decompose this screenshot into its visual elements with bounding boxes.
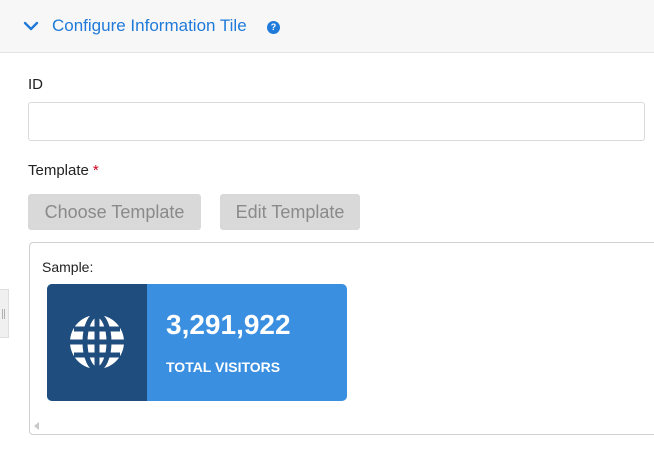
sample-panel: Sample: 3,291,922 TOTAL VISITORS xyxy=(29,242,654,435)
tile-value: 3,291,922 xyxy=(166,309,291,340)
scroll-left-arrow[interactable] xyxy=(34,422,39,430)
globe-icon xyxy=(70,312,124,372)
choose-template-button[interactable]: Choose Template xyxy=(28,194,201,230)
chevron-down-icon[interactable] xyxy=(23,19,39,33)
help-icon[interactable]: ? xyxy=(267,21,280,34)
required-marker: * xyxy=(92,162,99,179)
edit-template-button[interactable]: Edit Template xyxy=(220,194,360,230)
id-label: ID xyxy=(28,76,43,93)
template-label: Template * xyxy=(28,162,99,179)
tile-caption: TOTAL VISITORS xyxy=(166,359,281,375)
id-input[interactable] xyxy=(28,102,645,141)
template-label-text: Template xyxy=(28,162,89,179)
section-header[interactable]: Configure Information Tile ? xyxy=(0,0,654,53)
tile-icon-area xyxy=(47,284,147,401)
section-title[interactable]: Configure Information Tile xyxy=(52,16,247,36)
sample-label: Sample: xyxy=(42,259,94,275)
drag-handle[interactable] xyxy=(0,289,9,338)
information-tile: 3,291,922 TOTAL VISITORS xyxy=(47,284,347,401)
